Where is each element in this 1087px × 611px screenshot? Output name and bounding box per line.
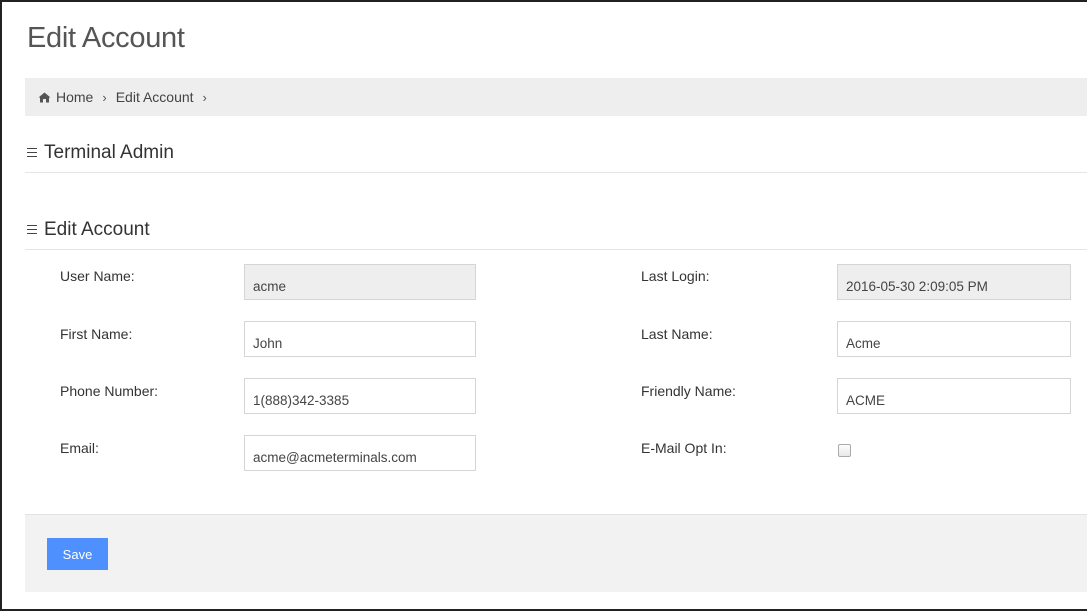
user-name-field[interactable] (244, 264, 476, 300)
last-name-field[interactable] (837, 321, 1071, 357)
breadcrumb-home-link[interactable]: Home (56, 89, 93, 105)
friendly-name-field[interactable] (837, 378, 1071, 414)
section-title: Edit Account (44, 218, 150, 240)
email-field[interactable] (244, 435, 476, 471)
first-name-field[interactable] (244, 321, 476, 357)
email-opt-in-checkbox[interactable] (838, 444, 851, 457)
hamburger-icon (27, 148, 37, 157)
first-name-label: First Name: (60, 326, 133, 342)
page-title: Edit Account (27, 22, 185, 54)
section-terminal-admin[interactable]: Terminal Admin (25, 133, 1087, 173)
phone-number-label: Phone Number: (60, 383, 159, 399)
friendly-name-label: Friendly Name: (641, 383, 736, 399)
save-button[interactable]: Save (47, 538, 108, 570)
home-icon (38, 92, 51, 103)
user-name-label: User Name: (60, 268, 135, 284)
email-opt-in-label: E-Mail Opt In: (641, 440, 727, 456)
form-footer (25, 514, 1087, 592)
last-login-label: Last Login: (641, 268, 710, 284)
section-title: Terminal Admin (44, 141, 174, 163)
breadcrumb: Home › Edit Account › (25, 78, 1087, 116)
breadcrumb-edit-account-link[interactable]: Edit Account (116, 89, 194, 105)
email-label: Email: (60, 440, 99, 456)
phone-number-field[interactable] (244, 378, 476, 414)
breadcrumb-separator: › (102, 89, 107, 105)
section-edit-account[interactable]: Edit Account (25, 210, 1087, 250)
hamburger-icon (27, 225, 37, 234)
last-login-field (837, 264, 1071, 300)
last-name-label: Last Name: (641, 326, 713, 342)
breadcrumb-separator: › (202, 89, 207, 105)
